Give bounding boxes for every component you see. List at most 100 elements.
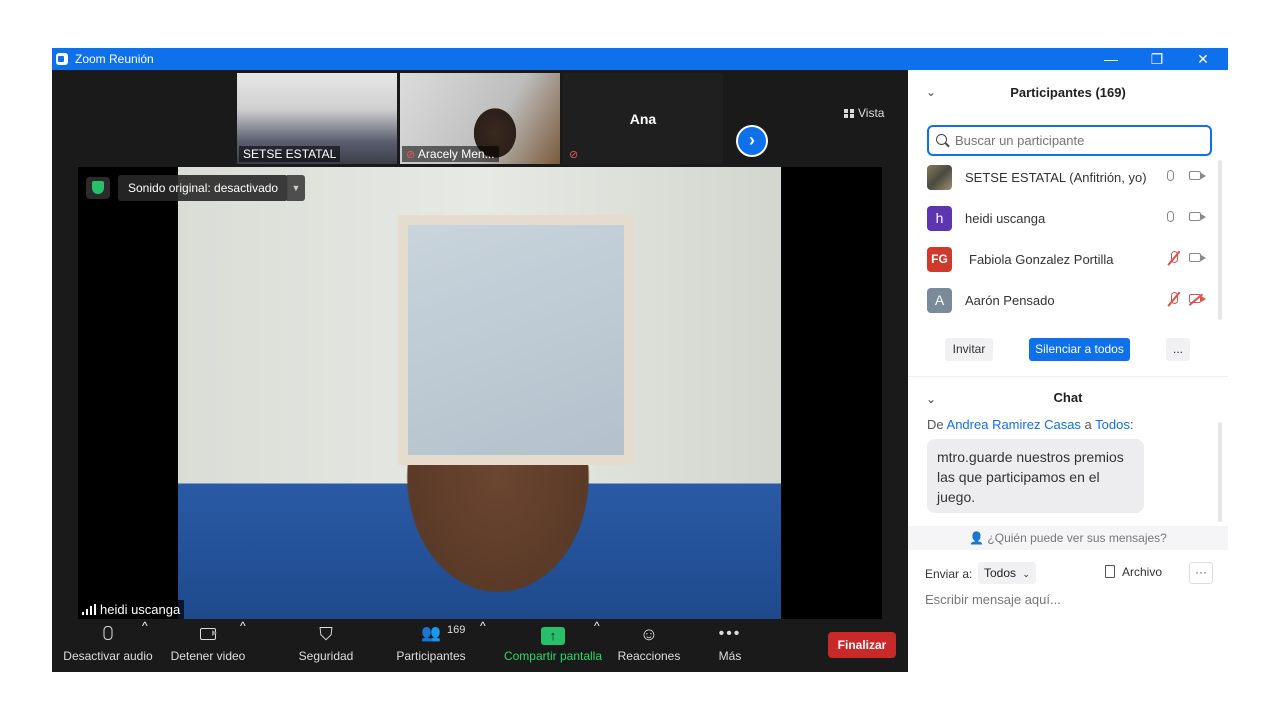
file-label: Archivo xyxy=(1122,565,1163,579)
participant-row[interactable]: FG Fabiola Gonzalez Portilla xyxy=(927,245,1217,275)
zoom-window: Zoom Reunión — ❐ ✕ SETSE ESTATAL ⊘ Arace… xyxy=(52,48,1228,672)
chat-scrollbar[interactable] xyxy=(1218,422,1222,522)
participant-row[interactable]: A Aarón Pensado xyxy=(927,286,1217,316)
shield-icon: ⛉ xyxy=(319,624,333,644)
more-button[interactable]: ••• Más xyxy=(704,619,756,672)
wall-frame xyxy=(398,215,634,465)
window-title: Zoom Reunión xyxy=(75,52,154,66)
avatar: A xyxy=(927,288,952,313)
microphone-icon[interactable] xyxy=(1167,210,1174,225)
chevron-down-icon: ⌄ xyxy=(1022,569,1030,579)
participants-label: Participantes xyxy=(396,649,466,663)
meeting-toolbar: Desactivar audio ^ Detener video ^ ⛉ Seg… xyxy=(52,619,908,672)
encryption-shield-icon[interactable] xyxy=(86,177,110,199)
from-prefix: De xyxy=(927,417,944,432)
participants-title: Participantes (169) xyxy=(1010,85,1126,100)
ellipsis-icon: ••• xyxy=(718,625,742,642)
participants-count: 169 xyxy=(447,624,466,636)
more-label: Más xyxy=(718,649,742,663)
sender-link[interactable]: Andrea Ramirez Casas xyxy=(947,417,1081,432)
speaker-label: heidi uscanga xyxy=(78,600,185,619)
audio-options-caret[interactable]: ^ xyxy=(142,619,148,672)
thumbnail-name: Aracely Men... xyxy=(417,147,495,161)
minimize-button[interactable]: — xyxy=(1088,48,1134,70)
muted-mic-icon: ⊘ xyxy=(569,149,579,161)
participant-row[interactable]: h heidi uscanga xyxy=(927,204,1217,234)
more-options-button[interactable]: ... xyxy=(1166,338,1190,361)
camera-off-icon[interactable] xyxy=(1189,292,1206,306)
thumbnail-ana[interactable]: Ana ⊘ xyxy=(563,73,723,164)
participant-search-input[interactable] xyxy=(955,133,1195,148)
recipient-link[interactable]: Todos xyxy=(1095,417,1130,432)
share-options-caret[interactable]: ^ xyxy=(594,619,600,672)
chat-message-bubble: mtro.guarde nuestros premios las que par… xyxy=(927,439,1144,513)
speaker-video-feed xyxy=(178,167,781,619)
view-button[interactable]: Vista xyxy=(844,106,884,120)
participant-row[interactable]: SETSE ESTATAL (Anfitrión, yo) xyxy=(927,163,1217,193)
camera-icon[interactable] xyxy=(1189,251,1206,265)
thumbnail-setse[interactable]: SETSE ESTATAL xyxy=(237,73,397,164)
file-button[interactable]: Archivo xyxy=(1105,565,1162,579)
participants-button[interactable]: 👥 169 Participantes xyxy=(390,619,472,672)
original-sound-button[interactable]: Sonido original: desactivado xyxy=(118,175,289,201)
view-button-label: Vista xyxy=(858,106,885,120)
title-bar: Zoom Reunión — ❐ ✕ xyxy=(52,48,1228,70)
signal-bars-icon xyxy=(82,604,96,615)
message-sender-line: De Andrea Ramirez Casas a Todos: xyxy=(927,417,1134,432)
send-to-label: Enviar a: xyxy=(925,567,973,581)
participants-scrollbar[interactable] xyxy=(1218,160,1222,320)
smiley-plus-icon: ☺ xyxy=(639,624,659,644)
thumbnail-aracely[interactable]: ⊘ Aracely Men... xyxy=(400,73,560,164)
send-to-dropdown[interactable]: Todos ⌄ xyxy=(978,562,1036,584)
thumbnail-label: SETSE ESTATAL xyxy=(239,146,341,162)
next-page-button[interactable]: › xyxy=(736,125,768,157)
meeting-area: SETSE ESTATAL ⊘ Aracely Men... Ana ⊘ › V… xyxy=(52,70,908,672)
security-label: Seguridad xyxy=(298,649,354,663)
chat-message-input[interactable] xyxy=(925,592,1215,607)
grid-icon xyxy=(844,109,854,118)
thumbnail-label: ⊘ Aracely Men... xyxy=(402,146,499,162)
microphone-icon[interactable] xyxy=(1167,169,1174,184)
chat-more-button[interactable]: ··· xyxy=(1189,562,1213,584)
microphone-icon xyxy=(103,624,113,644)
end-meeting-button[interactable]: Finalizar xyxy=(828,632,896,658)
participant-name: SETSE ESTATAL (Anfitrión, yo) xyxy=(965,170,1147,185)
muted-microphone-icon[interactable] xyxy=(1167,292,1181,309)
security-button[interactable]: ⛉ Seguridad xyxy=(290,619,362,672)
speaker-name: heidi uscanga xyxy=(100,602,181,617)
video-options-caret[interactable]: ^ xyxy=(240,619,246,672)
active-speaker-video: Sonido original: desactivado ▼ heidi usc… xyxy=(78,167,882,619)
participants-options-caret[interactable]: ^ xyxy=(480,619,486,672)
reactions-label: Reacciones xyxy=(617,649,681,663)
share-screen-button[interactable]: ↑ Compartir pantalla xyxy=(500,619,606,672)
close-button[interactable]: ✕ xyxy=(1180,48,1226,70)
muted-mic-icon: ⊘ xyxy=(406,149,416,161)
invite-button[interactable]: Invitar xyxy=(945,338,993,361)
participant-name: heidi uscanga xyxy=(965,211,1046,226)
participants-icon: 👥 xyxy=(421,625,441,642)
to-word: a xyxy=(1084,417,1092,432)
avatar: FG xyxy=(927,247,952,272)
reactions-button[interactable]: ☺ Reacciones xyxy=(614,619,684,672)
chat-title: Chat xyxy=(1053,390,1083,405)
send-to-value: Todos xyxy=(984,566,1017,580)
camera-icon[interactable] xyxy=(1189,210,1206,224)
participant-search-field[interactable] xyxy=(927,125,1212,156)
thumbnail-name: Ana xyxy=(629,111,657,127)
mute-all-button[interactable]: Silenciar a todos xyxy=(1029,338,1130,361)
share-screen-label: Compartir pantalla xyxy=(503,649,603,663)
side-panel: ⌄ Participantes (169) SETSE ESTATAL (Anf… xyxy=(908,70,1228,672)
muted-microphone-icon[interactable] xyxy=(1167,251,1181,268)
participant-name: Fabiola Gonzalez Portilla xyxy=(969,252,1114,267)
restore-button[interactable]: ❐ xyxy=(1134,48,1180,70)
participant-name: Aarón Pensado xyxy=(965,293,1055,308)
avatar xyxy=(927,165,952,190)
document-icon xyxy=(1105,565,1115,578)
camera-icon xyxy=(200,624,217,644)
participants-header: ⌄ Participantes (169) xyxy=(908,70,1228,116)
who-can-see-link[interactable]: 👤 ¿Quién puede ver sus mensajes? xyxy=(908,526,1228,550)
share-screen-icon: ↑ xyxy=(541,624,565,645)
original-sound-dropdown[interactable]: ▼ xyxy=(287,175,305,201)
who-can-see-text: ¿Quién puede ver sus mensajes? xyxy=(987,531,1167,545)
camera-icon[interactable] xyxy=(1189,169,1206,183)
